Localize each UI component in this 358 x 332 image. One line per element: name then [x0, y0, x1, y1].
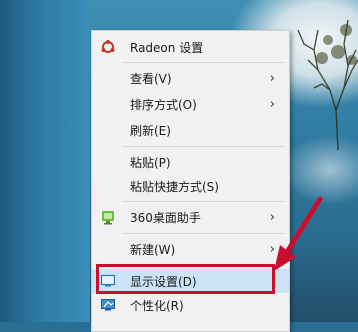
menu-item-label: 刷新(E)	[130, 123, 171, 138]
annotation-highlight-box	[96, 264, 275, 294]
menu-item-label: 粘贴快捷方式(S)	[130, 179, 219, 194]
360-desktop-icon	[102, 211, 114, 225]
chevron-right-icon: ›	[269, 70, 275, 86]
menu-item-sort-by[interactable]: 排序方式(O) ›	[92, 92, 289, 116]
menu-item-new[interactable]: 新建(W) ›	[92, 237, 289, 261]
menu-separator	[122, 146, 285, 147]
menu-item-view[interactable]: 查看(V) ›	[92, 66, 289, 90]
menu-item-label: 个性化(R)	[130, 298, 184, 313]
menu-separator	[122, 201, 285, 202]
menu-item-personalize[interactable]: 个性化(R)	[92, 293, 289, 317]
menu-item-label: 新建(W)	[130, 242, 176, 257]
menu-item-360-desktop-helper[interactable]: 360桌面助手 ›	[92, 205, 289, 229]
chevron-right-icon: ›	[269, 96, 275, 112]
menu-item-label: 360桌面助手	[130, 210, 201, 225]
personalize-icon	[101, 299, 115, 311]
menu-item-refresh[interactable]: 刷新(E)	[92, 118, 289, 142]
radeon-icon	[101, 40, 115, 53]
menu-item-label: 粘贴(P)	[130, 155, 171, 170]
menu-item-label: 排序方式(O)	[130, 97, 197, 112]
menu-item-label: Radeon 设置	[130, 40, 204, 55]
menu-item-paste-shortcut[interactable]: 粘贴快捷方式(S)	[92, 174, 289, 198]
menu-separator	[122, 233, 285, 234]
desktop-background-left	[0, 0, 90, 322]
menu-item-radeon-settings[interactable]: Radeon 设置	[92, 35, 289, 59]
menu-item-paste[interactable]: 粘贴(P)	[92, 150, 289, 174]
menu-item-label: 查看(V)	[130, 71, 172, 86]
menu-separator	[122, 62, 285, 63]
annotation-arrow-icon	[274, 196, 323, 271]
tree-silhouette-icon	[297, 19, 358, 150]
